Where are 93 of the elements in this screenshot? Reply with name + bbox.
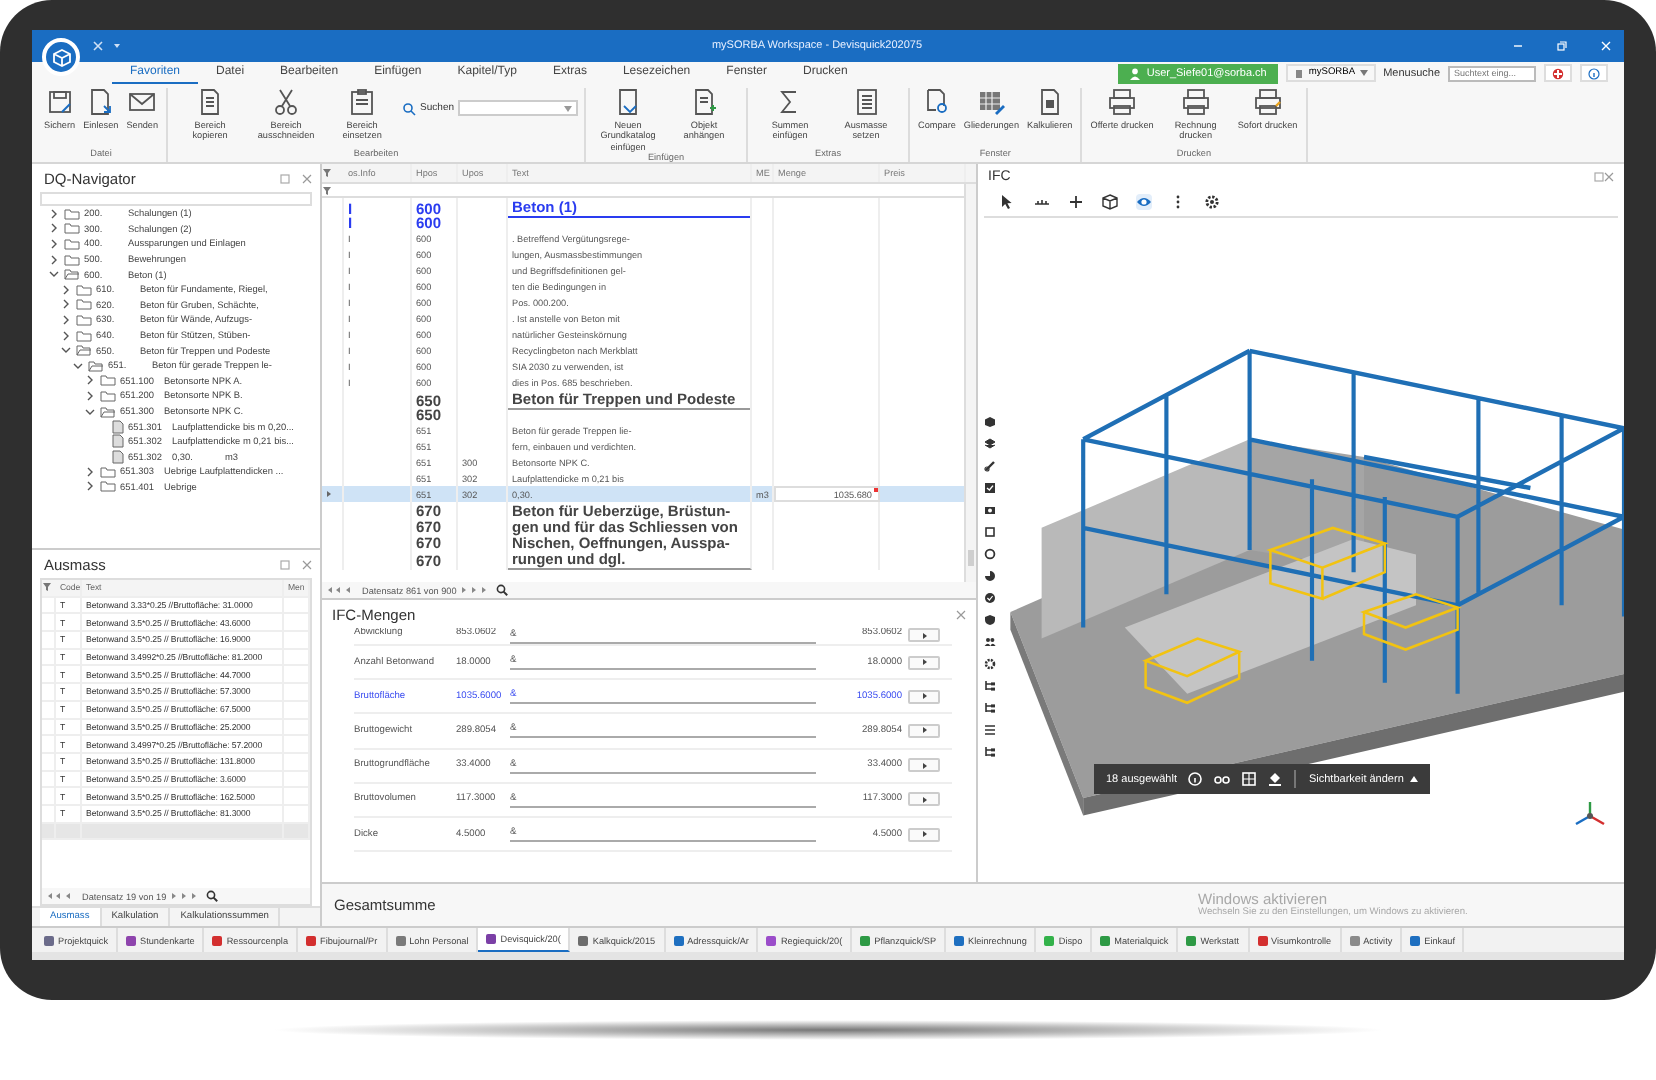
info-icon[interactable] [1188,772,1203,786]
document-search-icon [922,88,951,116]
close-icon[interactable] [1604,171,1614,181]
cursor-icon[interactable] [1000,194,1016,210]
printer-icon [1108,88,1137,116]
chevron-icon[interactable] [72,359,84,372]
chevron-icon[interactable] [60,298,72,311]
envelope-icon [128,88,157,116]
apply-button[interactable] [908,758,940,773]
caret-icon[interactable] [112,42,122,50]
filter-icon[interactable] [42,582,52,593]
caret-icon [1359,70,1368,76]
paint-bucket-icon[interactable] [1268,772,1283,786]
apply-button[interactable] [908,655,940,670]
filter-field[interactable] [40,192,312,206]
chevron-icon[interactable] [84,465,96,478]
arrow-icon [921,658,927,667]
camera-icon[interactable] [984,504,996,516]
close-icon[interactable] [302,559,312,569]
hierarchy-icon[interactable] [984,702,996,714]
settings-icon[interactable] [1204,194,1220,210]
search-field[interactable] [458,100,579,116]
chevron-icon[interactable] [48,253,60,266]
building-model-drawing[interactable] [1010,348,1624,816]
caret-icon [1409,776,1418,782]
document-list-icon [852,88,881,116]
info-button[interactable] [1580,64,1608,82]
open-folder-icon [100,405,116,418]
document-icon [1035,88,1064,116]
flag-icon [1552,67,1564,79]
apply-button[interactable] [908,792,940,807]
people-icon[interactable] [984,636,996,648]
close-icon[interactable] [956,609,966,619]
flag-button[interactable] [1544,64,1572,82]
chevron-icon[interactable] [60,329,72,342]
link-icon[interactable] [984,460,996,472]
gear-icon[interactable] [984,658,996,670]
printer-icon [1181,88,1210,116]
plus-icon[interactable] [1068,194,1084,210]
glasses-icon[interactable] [1214,772,1231,786]
measure-icon[interactable] [1034,194,1050,210]
check-circle-icon[interactable] [984,592,996,604]
search-icon[interactable] [496,584,509,596]
chevron-icon[interactable] [84,374,96,387]
info-icon [1588,67,1600,79]
arrow-icon [921,692,927,701]
hierarchy-icon[interactable] [984,746,996,758]
search-icon[interactable] [206,890,219,902]
list-icon[interactable] [984,724,996,736]
document-icon [196,88,225,116]
row-pointer-icon [326,490,332,498]
search-icon [402,101,417,115]
person-icon [1130,67,1141,79]
caret-icon [564,105,573,111]
grid-icon[interactable] [1242,772,1257,786]
document-plus-icon [690,88,719,116]
arrow-icon [921,761,927,770]
arrow-icon [921,726,927,735]
chevron-icon[interactable] [48,237,60,250]
chevron-icon[interactable] [48,222,60,235]
chevron-icon[interactable] [84,405,96,418]
printer-icon [1253,88,1282,116]
arrow-icon [921,795,927,804]
chevron-icon[interactable] [60,283,72,296]
cube-icon [51,47,71,67]
cube-icon[interactable] [984,416,996,428]
checkbox-icon[interactable] [984,482,996,494]
arrow-icon [921,631,927,639]
shield-icon[interactable] [984,614,996,626]
minimize-icon[interactable] [1512,40,1524,52]
eye-icon[interactable] [1136,194,1152,210]
chevron-icon[interactable] [48,207,60,220]
arrow-icon [921,830,927,839]
apply-button[interactable] [908,628,940,642]
scrollbar[interactable] [964,184,976,582]
chevron-icon[interactable] [84,480,96,493]
scissors-icon [272,88,301,116]
chevron-icon[interactable] [60,313,72,326]
apply-button[interactable] [908,723,940,738]
chevron-icon[interactable] [48,268,60,281]
open-folder-icon [64,268,80,281]
pie-icon[interactable] [984,570,996,582]
chevron-icon[interactable] [84,389,96,402]
restore-icon[interactable] [1556,40,1568,52]
cube-icon[interactable] [1102,194,1118,210]
rectangle-icon[interactable] [984,526,996,538]
apply-button[interactable] [908,827,940,842]
hierarchy-icon[interactable] [984,680,996,692]
clipboard-icon [348,88,377,116]
apply-button[interactable] [908,689,940,704]
chevron-icon[interactable] [60,344,72,357]
close-icon[interactable] [302,173,312,183]
layers-icon[interactable] [984,438,996,450]
